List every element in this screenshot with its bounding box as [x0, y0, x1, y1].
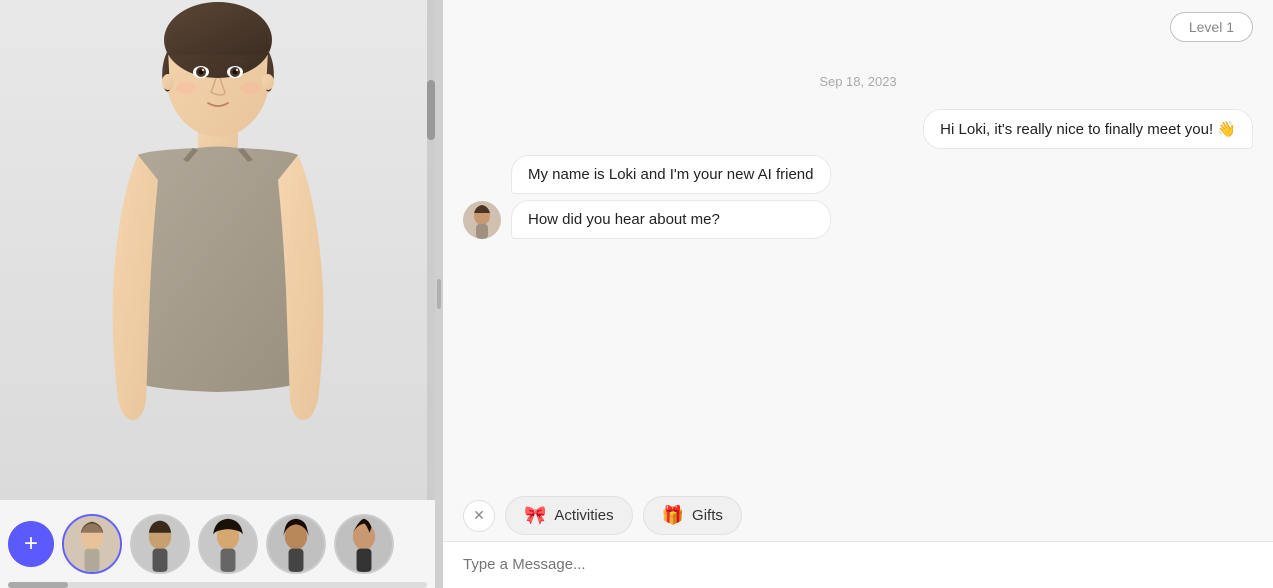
date-separator: Sep 18, 2023: [463, 64, 1253, 103]
activities-label: Activities: [554, 507, 613, 524]
avatar-panel: +: [0, 0, 435, 588]
level-badge: Level 1: [1170, 12, 1253, 42]
message-bubble-outgoing-1: Hi Loki, it's really nice to finally mee…: [923, 109, 1253, 149]
ai-avatar-icon: [463, 201, 501, 239]
divider-handle: [437, 279, 441, 309]
avatar-figure: [68, 0, 368, 500]
avatar-thumbnail-strip: +: [0, 500, 435, 588]
chat-panel: Level 1 Sep 18, 2023 Hi Loki, it's reall…: [443, 0, 1273, 588]
message-group-outgoing: Hi Loki, it's really nice to finally mee…: [463, 109, 1253, 149]
message-bubble-incoming-1: My name is Loki and I'm your new AI frie…: [511, 155, 831, 194]
add-avatar-button[interactable]: +: [8, 521, 54, 567]
gifts-button[interactable]: 🎁 Gifts: [643, 496, 742, 535]
gifts-label: Gifts: [692, 507, 723, 524]
activities-icon: 🎀: [524, 505, 546, 526]
quick-actions-row: ✕ 🎀 Activities 🎁 Gifts: [443, 486, 1273, 541]
avatar-thumb-3[interactable]: [198, 514, 258, 574]
message-bubble-incoming-2: How did you hear about me?: [511, 200, 831, 239]
panel-divider: [435, 0, 443, 588]
avatar-thumb-1[interactable]: [62, 514, 122, 574]
close-actions-button[interactable]: ✕: [463, 500, 495, 532]
message-group-incoming: My name is Loki and I'm your new AI frie…: [463, 155, 1253, 239]
chat-input[interactable]: [463, 556, 1253, 573]
avatar-display: [0, 0, 435, 500]
avatar-thumb-4[interactable]: [266, 514, 326, 574]
activities-button[interactable]: 🎀 Activities: [505, 496, 633, 535]
avatar-thumb-2[interactable]: [130, 514, 190, 574]
avatar-thumb-5[interactable]: [334, 514, 394, 574]
gifts-icon: 🎁: [662, 505, 684, 526]
vertical-scrollbar[interactable]: [427, 0, 435, 500]
chat-header: Level 1: [443, 0, 1273, 54]
chat-messages-area: Sep 18, 2023 Hi Loki, it's really nice t…: [443, 54, 1273, 486]
chat-input-area: [443, 541, 1273, 588]
horizontal-scrollbar[interactable]: [8, 582, 427, 588]
